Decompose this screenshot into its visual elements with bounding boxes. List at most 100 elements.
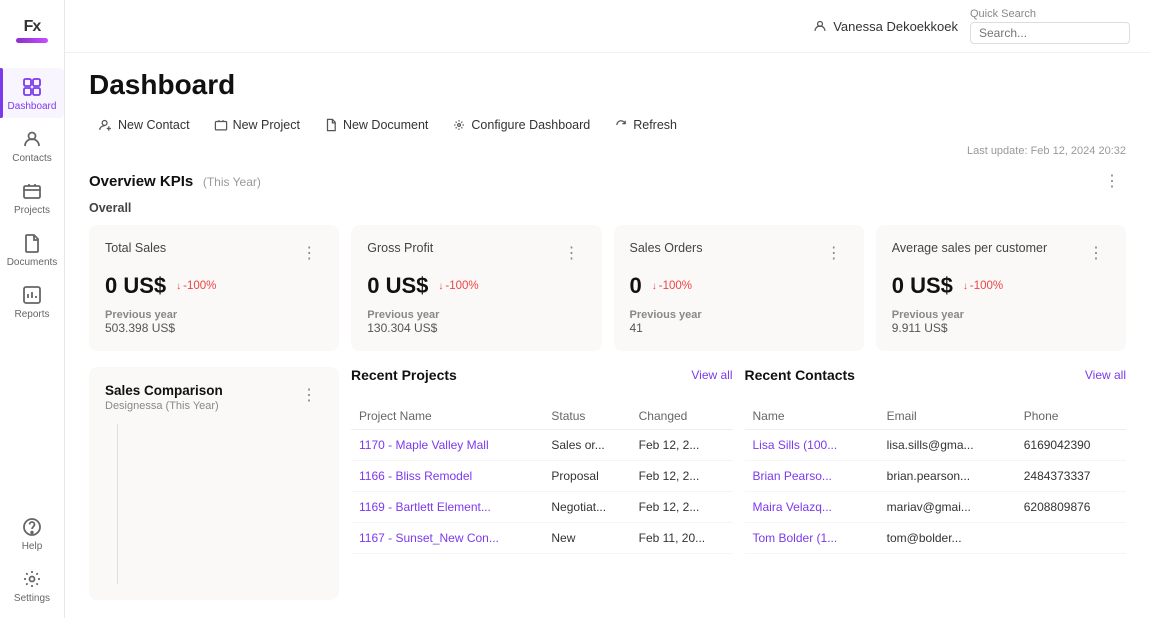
down-arrow-icon: ↓ <box>438 281 443 292</box>
new-project-label: New Project <box>233 118 300 132</box>
user-info: Vanessa Dekoekkoek <box>813 19 958 34</box>
contact-phone-cell: 6208809876 <box>1016 492 1126 523</box>
configure-icon <box>452 118 466 132</box>
kpi-card-menu-button[interactable]: ⋮ <box>295 241 323 265</box>
kpi-name: Gross Profit <box>367 241 433 255</box>
sidebar-item-label: Contacts <box>12 153 51 164</box>
kpi-card: Sales Orders ⋮ 0 ↓ -100% Previous year 4… <box>614 225 864 351</box>
sales-comparison-panel: Sales Comparison Designessa (This Year) … <box>89 367 339 600</box>
contact-name-cell[interactable]: Lisa Sills (100... <box>745 430 879 461</box>
table-row: 1166 - Bliss Remodel Proposal Feb 12, 2.… <box>351 461 733 492</box>
search-input[interactable] <box>970 22 1130 44</box>
table-row: Brian Pearso... brian.pearson... 2484373… <box>745 461 1127 492</box>
project-name-cell[interactable]: 1166 - Bliss Remodel <box>351 461 543 492</box>
projects-view-all[interactable]: View all <box>691 368 732 382</box>
kpi-card: Average sales per customer ⋮ 0 US$ ↓ -10… <box>876 225 1126 351</box>
contact-name-cell[interactable]: Brian Pearso... <box>745 461 879 492</box>
new-contact-button[interactable]: New Contact <box>89 113 200 137</box>
table-row: Tom Bolder (1... tom@bolder... <box>745 523 1127 554</box>
user-name: Vanessa Dekoekkoek <box>833 19 958 34</box>
new-document-button[interactable]: New Document <box>314 113 438 137</box>
kpi-change: ↓ -100% <box>652 280 692 292</box>
project-changed-cell: Feb 12, 2... <box>631 492 733 523</box>
page-title: Dashboard <box>89 69 1126 101</box>
help-icon <box>21 516 43 538</box>
kpi-section-title-group: Overview KPIs (This Year) <box>89 173 261 190</box>
kpi-prev-label: Previous year <box>630 309 848 321</box>
kpi-change-value: -100% <box>445 280 478 292</box>
kpi-prev-value: 503.398 US$ <box>105 321 323 335</box>
sidebar-item-label: Reports <box>14 309 49 320</box>
configure-dashboard-button[interactable]: Configure Dashboard <box>442 113 600 137</box>
project-name-cell[interactable]: 1167 - Sunset_New Con... <box>351 523 543 554</box>
kpi-change-value: -100% <box>183 280 216 292</box>
project-status-cell: Negotiat... <box>543 492 630 523</box>
col-contact-phone: Phone <box>1016 403 1126 430</box>
contacts-panel-title: Recent Contacts <box>745 367 855 383</box>
kpi-card-menu-button[interactable]: ⋮ <box>820 241 848 265</box>
dashboard-icon <box>21 76 43 98</box>
contact-email-cell: lisa.sills@gma... <box>879 430 1016 461</box>
sidebar-item-contacts[interactable]: Contacts <box>0 120 64 170</box>
sidebar-item-help[interactable]: Help <box>0 508 64 558</box>
kpi-menu-button[interactable]: ⋮ <box>1098 169 1126 193</box>
project-changed-cell: Feb 11, 20... <box>631 523 733 554</box>
project-name-cell[interactable]: 1169 - Bartlett Element... <box>351 492 543 523</box>
logo-text: Fx <box>24 18 41 36</box>
down-arrow-icon: ↓ <box>652 281 657 292</box>
kpi-value: 0 US$ <box>892 273 953 299</box>
kpi-name: Sales Orders <box>630 241 703 255</box>
contacts-icon <box>21 128 43 150</box>
toolbar: New Contact New Project New Document Con… <box>89 113 1126 137</box>
project-changed-cell: Feb 12, 2... <box>631 461 733 492</box>
kpi-section-title: Overview KPIs <box>89 173 193 190</box>
kpi-card-menu-button[interactable]: ⋮ <box>558 241 586 265</box>
sidebar-item-documents[interactable]: Documents <box>0 224 64 274</box>
sidebar-item-label: Help <box>22 541 43 552</box>
col-project-changed: Changed <box>631 403 733 430</box>
document-icon <box>324 118 338 132</box>
contact-email-cell: tom@bolder... <box>879 523 1016 554</box>
contact-name-cell[interactable]: Maira Velazq... <box>745 492 879 523</box>
col-project-name: Project Name <box>351 403 543 430</box>
refresh-icon <box>614 118 628 132</box>
contact-phone-cell: 2484373337 <box>1016 461 1126 492</box>
kpi-value: 0 US$ <box>105 273 166 299</box>
project-changed-cell: Feb 12, 2... <box>631 430 733 461</box>
sales-comparison-menu-button[interactable]: ⋮ <box>295 383 323 407</box>
sidebar-item-reports[interactable]: Reports <box>0 276 64 326</box>
sidebar-item-settings[interactable]: Settings <box>0 560 64 610</box>
sidebar-item-dashboard[interactable]: Dashboard <box>0 68 64 118</box>
table-row: 1170 - Maple Valley Mall Sales or... Feb… <box>351 430 733 461</box>
contacts-view-all[interactable]: View all <box>1085 368 1126 382</box>
kpi-card-menu-button[interactable]: ⋮ <box>1082 241 1110 265</box>
kpi-value: 0 <box>630 273 642 299</box>
contact-email-cell: brian.pearson... <box>879 461 1016 492</box>
project-name-cell[interactable]: 1170 - Maple Valley Mall <box>351 430 543 461</box>
user-icon <box>813 19 827 33</box>
sidebar-nav: Dashboard Contacts Projects <box>0 68 64 326</box>
new-contact-label: New Contact <box>118 118 190 132</box>
kpi-name: Average sales per customer <box>892 241 1047 255</box>
page-content: Dashboard New Contact New Project <box>65 53 1150 618</box>
table-row: Maira Velazq... mariav@gmai... 620880987… <box>745 492 1127 523</box>
contacts-panel-header: Recent Contacts View all <box>745 367 1127 391</box>
sales-comparison-subtitle: Designessa (This Year) <box>105 400 223 412</box>
kpi-section-header: Overview KPIs (This Year) ⋮ <box>89 169 1126 193</box>
new-project-button[interactable]: New Project <box>204 113 310 137</box>
kpi-change-value: -100% <box>970 280 1003 292</box>
main-content: Vanessa Dekoekkoek Quick Search Dashboar… <box>65 0 1150 618</box>
contact-name-cell[interactable]: Tom Bolder (1... <box>745 523 879 554</box>
project-icon <box>214 118 228 132</box>
sidebar-item-label: Settings <box>14 593 50 604</box>
project-status-cell: Sales or... <box>543 430 630 461</box>
kpi-prev-value: 130.304 US$ <box>367 321 585 335</box>
kpi-change: ↓ -100% <box>963 280 1003 292</box>
recent-contacts-panel: Recent Contacts View all Name Email Phon… <box>745 367 1127 600</box>
project-status-cell: Proposal <box>543 461 630 492</box>
kpi-card: Gross Profit ⋮ 0 US$ ↓ -100% Previous ye… <box>351 225 601 351</box>
settings-icon <box>21 568 43 590</box>
contact-email-cell: mariav@gmai... <box>879 492 1016 523</box>
sidebar-item-projects[interactable]: Projects <box>0 172 64 222</box>
refresh-button[interactable]: Refresh <box>604 113 687 137</box>
